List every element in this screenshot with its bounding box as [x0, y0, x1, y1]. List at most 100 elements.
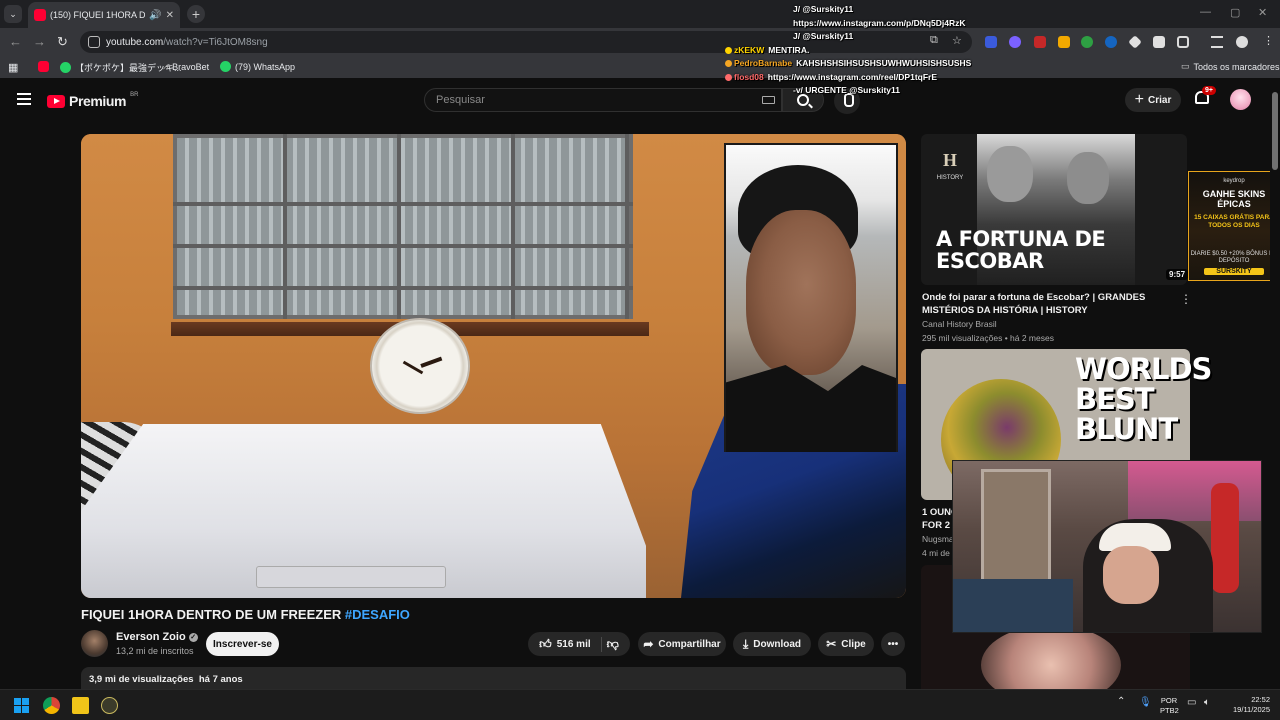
- chat-message: J/ @Surskity11: [725, 30, 975, 44]
- page-scrollbar[interactable]: [1270, 82, 1280, 688]
- bookmark-bravobet[interactable]: ⩘ BravoBet: [163, 61, 209, 72]
- ad-price: DIARIE $0.50 +20% BÔNUS DE DEPÓSITO: [1190, 251, 1278, 264]
- chat-username: flosd08: [734, 71, 764, 82]
- all-bookmarks[interactable]: ▭ Todos os marcadores: [1181, 61, 1280, 72]
- more-actions-button[interactable]: •••: [881, 632, 905, 656]
- windows-taskbar: [0, 689, 1280, 720]
- youtube-logo[interactable]: Premium BR: [47, 92, 138, 109]
- bookmarks-bar: ▦ 【ポケポケ】最強デッキ... ⩘ BravoBet (79) WhatsApp…: [0, 56, 1280, 78]
- more-horizontal-icon: •••: [887, 638, 899, 650]
- extension-red-icon[interactable]: [1034, 36, 1046, 48]
- chat-text: J/ @Surskity11: [793, 4, 854, 14]
- like-button[interactable]: 👍︎ 516 mil: [539, 636, 602, 652]
- notifications-badge: 9+: [1202, 86, 1216, 95]
- windows-start-icon[interactable]: [14, 698, 29, 713]
- thumbs-up-icon: 👍︎: [539, 636, 552, 651]
- forward-icon[interactable]: →: [33, 34, 46, 49]
- profile-avatar-icon[interactable]: [1236, 36, 1248, 48]
- reload-icon[interactable]: ↻: [57, 34, 68, 50]
- chat-message: -v/ URGENTE @Surskity11: [725, 84, 975, 97]
- network-icon[interactable]: ▭: [1187, 697, 1196, 708]
- video-duration-badge: 9:57: [1166, 269, 1189, 280]
- stream-chat-overlay: J/ @Surskity11 https://www.instagram.com/…: [725, 3, 975, 97]
- chat-text: https://www.instagram.com/reel/DP1tqFrE: [767, 71, 938, 82]
- game-launcher-icon[interactable]: [101, 697, 118, 714]
- ad-tag: SURSKITY: [1204, 268, 1264, 275]
- youtube-icon: [38, 61, 49, 72]
- chat-message: J/ @Surskity11: [725, 3, 975, 17]
- speaker-icon[interactable]: 🔊: [149, 10, 161, 21]
- bookmark-whatsapp[interactable]: (79) WhatsApp: [220, 61, 295, 72]
- chrome-taskbar-icon[interactable]: [43, 697, 60, 714]
- extensions-puzzle-icon[interactable]: [1177, 36, 1189, 48]
- back-icon[interactable]: ←: [9, 34, 22, 49]
- verified-check-icon: ✓: [188, 632, 198, 642]
- share-arrow-icon: ➦: [643, 637, 654, 651]
- tab-search-button[interactable]: ⌄: [4, 5, 22, 23]
- file-explorer-icon[interactable]: [72, 697, 89, 714]
- menu-icon[interactable]: [17, 93, 31, 105]
- recommendation-title[interactable]: Onde foi parar a fortuna de Escobar? | G…: [922, 291, 1172, 317]
- account-avatar[interactable]: [1230, 89, 1251, 110]
- video-title: FIQUEI 1HORA DENTRO DE UM FREEZER #DESAF…: [81, 607, 410, 622]
- maximize-icon[interactable]: ▢: [1230, 6, 1240, 19]
- streamer-webcam-overlay: [952, 460, 1262, 633]
- site-info-icon[interactable]: [88, 36, 100, 48]
- history-logo-text: HISTORY: [936, 175, 964, 181]
- whatsapp-icon: [220, 61, 231, 72]
- download-icon: ⤓: [742, 636, 749, 651]
- window-close-icon[interactable]: ✕: [1258, 6, 1267, 19]
- share-button[interactable]: ➦ Compartilhar: [638, 632, 726, 656]
- bookmark-label: (79) WhatsApp: [235, 61, 296, 72]
- taskbar-clock[interactable]: 22:52 19/11/2025: [1222, 695, 1270, 715]
- dislike-button[interactable]: 👎︎: [607, 637, 619, 652]
- extension-plus-icon[interactable]: [1081, 36, 1093, 48]
- subscribe-button[interactable]: Inscrever-se: [206, 632, 279, 656]
- bravobet-icon: ⩘: [163, 61, 169, 71]
- view-count: 3,9 mi de visualizações: [89, 674, 194, 685]
- extension-cloud-icon[interactable]: [1009, 36, 1021, 48]
- video-hashtag-link[interactable]: #DESAFIO: [345, 607, 410, 622]
- tray-mic-icon[interactable]: 🎙︎: [1139, 697, 1152, 708]
- more-vertical-icon[interactable]: ⋮: [1180, 292, 1192, 306]
- extension-shield-icon[interactable]: [985, 36, 997, 48]
- video-player[interactable]: [81, 134, 906, 598]
- extension-box-icon[interactable]: [1153, 36, 1165, 48]
- channel-name[interactable]: Everson Zoio ✓: [116, 631, 198, 643]
- language-indicator[interactable]: POR PTB2: [1160, 696, 1179, 716]
- scrollbar-thumb[interactable]: [1272, 92, 1278, 170]
- apps-grid-icon[interactable]: ▦: [8, 61, 18, 74]
- volume-icon[interactable]: 🔈︎: [1204, 697, 1210, 708]
- recommendation-channel[interactable]: Nugsma: [922, 534, 954, 544]
- extension-wave-icon[interactable]: [1105, 36, 1117, 48]
- create-label: Criar: [1147, 94, 1172, 106]
- video-frame-clock: [370, 318, 470, 414]
- reading-list-icon[interactable]: [1211, 36, 1223, 48]
- chat-text: -v/ URGENTE @Surskity11: [793, 85, 901, 95]
- like-dislike-group: 👍︎ 516 mil 👎︎: [528, 632, 630, 656]
- scissors-icon: ✂: [826, 637, 837, 651]
- share-label: Compartilhar: [658, 638, 721, 650]
- minimize-icon[interactable]: —: [1200, 6, 1211, 18]
- new-tab-button[interactable]: +: [187, 5, 205, 23]
- video-facecam-overlay: [724, 143, 898, 452]
- channel-avatar[interactable]: [81, 630, 108, 657]
- chrome-menu-icon[interactable]: ⋮: [1263, 34, 1274, 47]
- clip-button[interactable]: ✂ Clipe: [818, 632, 874, 656]
- subscriber-count: 13,2 mi de inscritos: [116, 646, 194, 656]
- bookmark-youtube[interactable]: [38, 61, 53, 72]
- upload-age: há 7 anos: [198, 674, 243, 685]
- extension-key-icon[interactable]: [1058, 36, 1070, 48]
- chat-badge-icon: [725, 46, 732, 54]
- keyboard-icon[interactable]: [762, 96, 775, 104]
- create-button[interactable]: + Criar: [1125, 88, 1181, 112]
- download-button[interactable]: ⤓ Download: [733, 632, 811, 656]
- recommendation-channel[interactable]: Canal History Brasil: [922, 319, 997, 329]
- history-logo-icon: H: [942, 150, 957, 170]
- browser-tab-strip: ⌄ (150) FIQUEI 1HORA DENTRO 🔊 ✕ + — ▢ ✕: [0, 0, 1280, 28]
- browser-tab-active[interactable]: (150) FIQUEI 1HORA DENTRO 🔊 ✕: [28, 2, 180, 28]
- thumbnail-overlay-text: WORLDS BEST BLUNT: [1075, 352, 1212, 446]
- tray-chevron-up-icon[interactable]: ⌃: [1117, 696, 1125, 707]
- tab-close-icon[interactable]: ✕: [166, 10, 174, 21]
- chat-text: KAHSHSHSIHSUSHSUWHWUHSISHSUSHS: [796, 58, 972, 68]
